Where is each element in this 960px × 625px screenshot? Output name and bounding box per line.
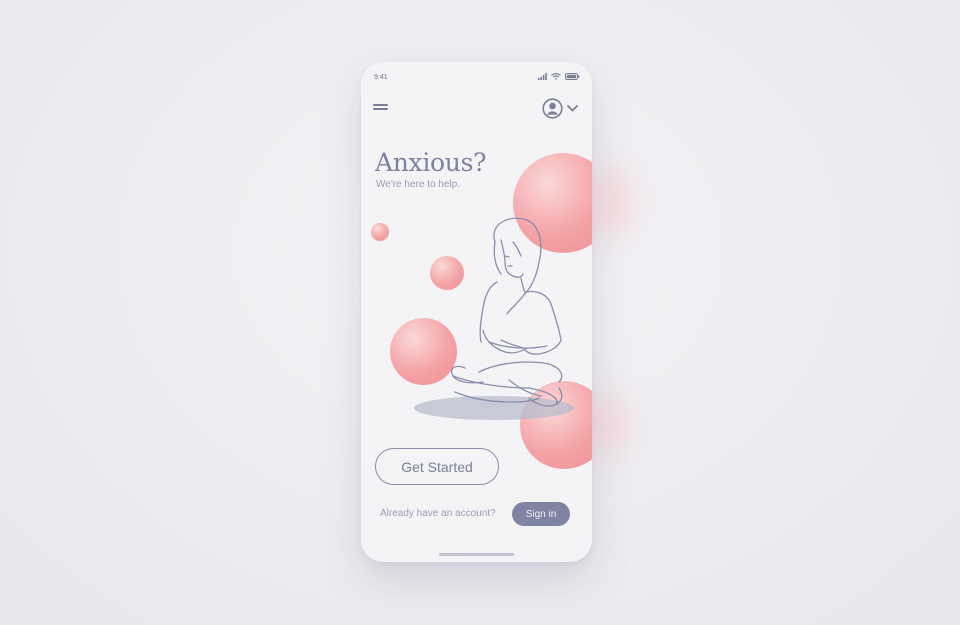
wifi-icon bbox=[551, 73, 561, 80]
account-prompt: Already have an account? bbox=[380, 508, 496, 519]
phone-frame: 9:41 Anxious? We're here to help. Get St… bbox=[361, 62, 592, 562]
page-subtitle: We're here to help. bbox=[376, 179, 460, 190]
battery-icon bbox=[565, 73, 580, 80]
status-icons bbox=[538, 73, 580, 80]
user-avatar-icon bbox=[542, 98, 563, 119]
sign-in-button[interactable]: Sign in bbox=[512, 502, 570, 526]
signal-icon bbox=[538, 73, 547, 80]
status-time: 9:41 bbox=[374, 74, 388, 81]
page-title: Anxious? bbox=[375, 148, 487, 177]
hamburger-menu-icon[interactable] bbox=[373, 103, 389, 113]
get-started-button[interactable]: Get Started bbox=[375, 448, 499, 485]
home-indicator[interactable] bbox=[439, 553, 514, 556]
chevron-down-icon bbox=[567, 105, 578, 112]
meditating-woman-illustration bbox=[414, 217, 574, 420]
bubble-tiny bbox=[371, 223, 389, 241]
profile-menu-button[interactable] bbox=[542, 98, 578, 119]
